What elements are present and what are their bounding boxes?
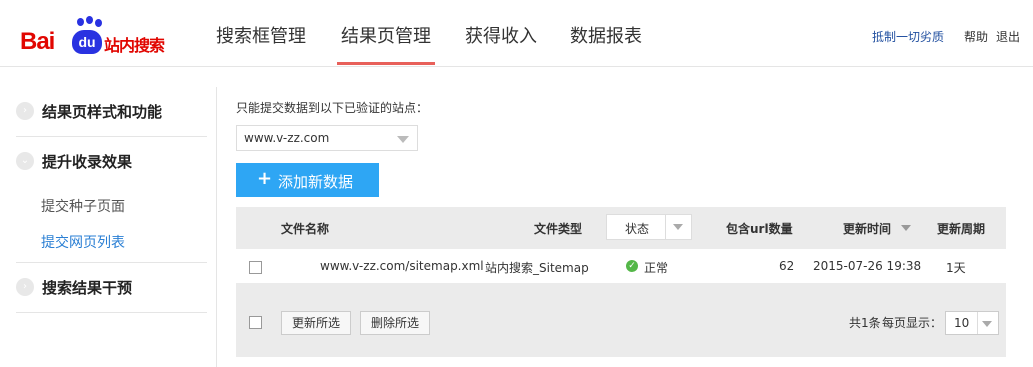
col-file-type: 文件类型 <box>534 222 583 236</box>
col-update-time-sort[interactable]: 更新时间 <box>843 220 891 237</box>
chevron-down-icon: ⌄ <box>16 152 34 170</box>
sidebar-item-submit-page-list[interactable]: 提交网页列表 <box>16 223 207 263</box>
nav-item-earn-income[interactable]: 获得收入 <box>465 22 537 48</box>
col-file-name: 文件名称 <box>281 222 330 236</box>
status-filter-label: 状态 <box>625 222 650 236</box>
sidebar-item-label: 提交种子页面 <box>41 199 125 215</box>
cell-file-name: www.v-zz.com/sitemap.xml <box>320 259 484 273</box>
update-selected-button[interactable]: 更新所选 <box>281 311 351 335</box>
cell-url-count: 62 <box>779 259 795 273</box>
chevron-right-icon: › <box>16 278 34 296</box>
logout-link[interactable]: 退出 <box>996 28 1020 45</box>
site-prompt-text: 只能提交数据到以下已验证的站点： <box>236 101 429 115</box>
logo-text-bai: Bai <box>20 28 55 55</box>
sidebar-item-label: 提交网页列表 <box>41 235 125 251</box>
total-count: 共1条 <box>849 316 881 330</box>
sidebar-item-submit-seed-pages[interactable]: 提交种子页面 <box>16 187 207 223</box>
per-page-select[interactable]: 10 <box>945 311 999 335</box>
add-new-data-button[interactable]: + 添加新数据 <box>236 163 379 197</box>
sidebar-section-search-intervention[interactable]: › 搜索结果干预 <box>16 263 207 313</box>
select-all-checkbox[interactable] <box>249 316 262 329</box>
sidebar-section-title: 结果页样式和功能 <box>42 103 163 121</box>
delete-selected-button[interactable]: 删除所选 <box>360 311 430 335</box>
dropdown-arrow-icon <box>673 224 683 230</box>
nav-item-data-reports[interactable]: 数据报表 <box>570 22 642 48</box>
help-link[interactable]: 帮助 <box>964 28 988 45</box>
cell-update-period: 1天 <box>946 261 966 275</box>
table-header: 文件名称 文件类型 状态 包含url数量 更新时间 更新周期 <box>236 207 1006 249</box>
sort-desc-icon <box>901 225 911 231</box>
sidebar-section-title: 搜索结果干预 <box>42 279 133 297</box>
dropdown-arrow-icon <box>397 136 409 143</box>
sidebar-divider <box>216 87 217 367</box>
table-row: www.v-zz.com/sitemap.xml 站内搜索_Sitemap ✓ … <box>236 249 1006 283</box>
table-footer: 更新所选 删除所选 共1条 每页显示： 10 <box>236 283 1006 357</box>
status-filter-dropdown[interactable]: 状态 <box>606 214 692 240</box>
add-new-data-label: 添加新数据 <box>278 173 354 191</box>
sitemap-table: 文件名称 文件类型 状态 包含url数量 更新时间 更新周期 www.v-zz.… <box>236 207 1006 357</box>
plus-icon: + <box>257 168 273 189</box>
cell-status: 正常 <box>644 261 669 275</box>
cell-update-time: 2015-07-26 19:38 <box>813 259 922 273</box>
logo-badge-du: du <box>72 30 102 54</box>
col-update-period: 更新周期 <box>937 222 986 236</box>
dropdown-arrow-icon <box>982 321 992 327</box>
baidu-logo[interactable]: Bai du 站内搜索 <box>20 14 175 56</box>
nav-item-results-page[interactable]: 结果页管理 <box>337 22 435 65</box>
top-header: Bai du 站内搜索 搜索框管理 结果页管理 获得收入 数据报表 抵制一切劣质… <box>0 0 1033 67</box>
site-select[interactable]: www.v-zz.com <box>236 125 418 151</box>
logo-product-name: 站内搜索 <box>104 36 165 55</box>
per-page-label: 每页显示： <box>882 316 943 330</box>
chevron-right-icon: › <box>16 102 34 120</box>
resist-low-quality-link[interactable]: 抵制一切劣质 <box>872 28 944 45</box>
cell-file-type: 站内搜索_Sitemap <box>485 261 589 275</box>
sidebar-section-improve-indexing[interactable]: ⌄ 提升收录效果 <box>16 137 207 187</box>
sidebar-section-result-style[interactable]: › 结果页样式和功能 <box>16 87 207 137</box>
nav-item-search-box[interactable]: 搜索框管理 <box>216 22 306 48</box>
col-url-count: 包含url数量 <box>726 222 793 236</box>
per-page-value: 10 <box>954 316 970 330</box>
site-select-value: www.v-zz.com <box>244 131 330 145</box>
row-checkbox[interactable] <box>249 261 262 274</box>
sidebar-section-title: 提升收录效果 <box>42 153 133 171</box>
paw-icon <box>73 16 103 30</box>
sidebar: › 结果页样式和功能 ⌄ 提升收录效果 提交种子页面 提交网页列表 › 搜索结果… <box>16 87 207 313</box>
check-circle-icon: ✓ <box>626 260 638 272</box>
